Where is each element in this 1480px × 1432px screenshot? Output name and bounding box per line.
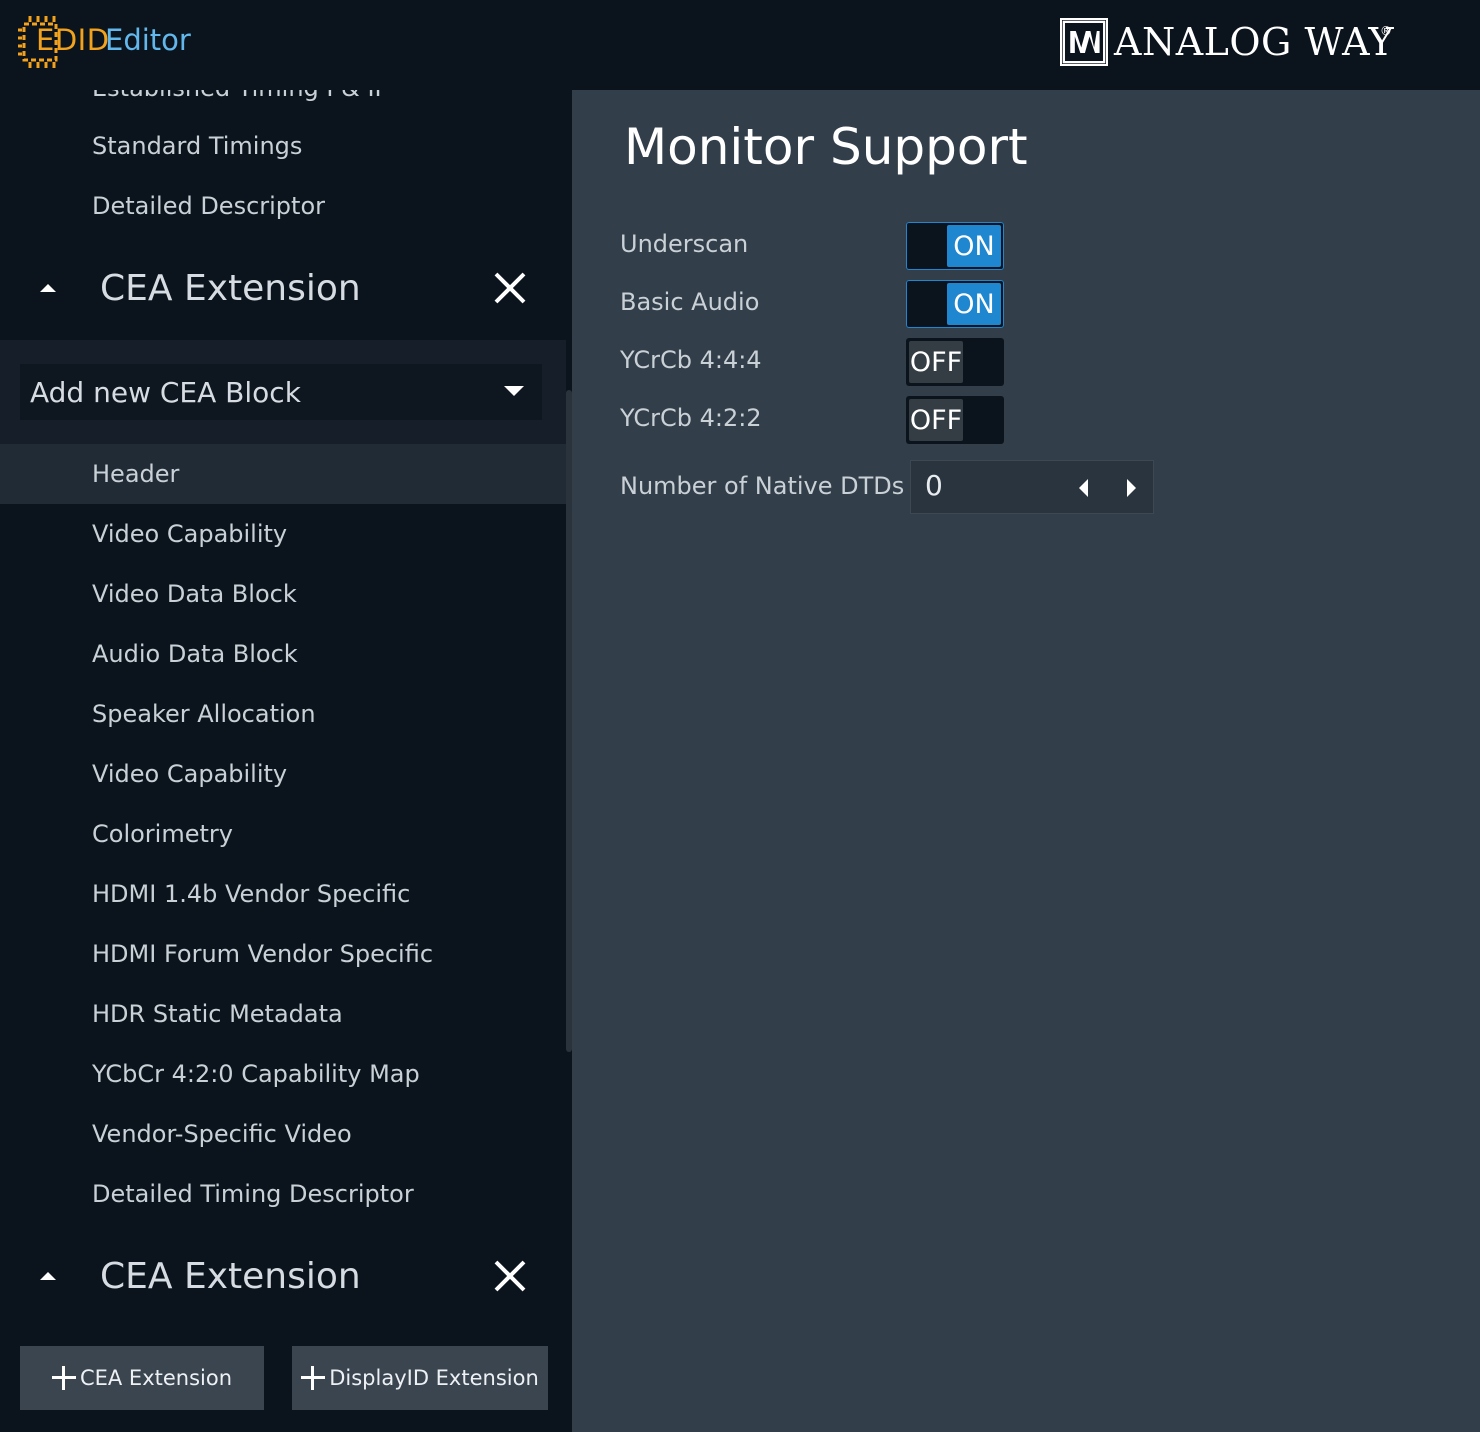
sidebar-item-video-capability-2[interactable]: Video Capability bbox=[0, 744, 566, 804]
sidebar-item-ycbcr-420-capability-map[interactable]: YCbCr 4:2:0 Capability Map bbox=[0, 1044, 566, 1104]
ycrcb-444-label: YCrCb 4:4:4 bbox=[620, 346, 762, 374]
sidebar-item-audio-data-block[interactable]: Audio Data Block bbox=[0, 624, 566, 684]
sidebar-item-video-data-block[interactable]: Video Data Block bbox=[0, 564, 566, 624]
main-panel: Monitor Support Underscan ON Basic Audio… bbox=[572, 90, 1480, 1432]
page-title: Monitor Support bbox=[624, 118, 1028, 176]
underscan-toggle[interactable]: ON bbox=[906, 222, 1004, 270]
close-icon[interactable] bbox=[490, 268, 530, 308]
basic-audio-label: Basic Audio bbox=[620, 288, 760, 316]
sidebar-item-speaker-allocation[interactable]: Speaker Allocation bbox=[0, 684, 566, 744]
sidebar-item-label: Video Data Block bbox=[92, 580, 297, 608]
sidebar-item-detailed-timing-descriptor[interactable]: Detailed Timing Descriptor bbox=[0, 1164, 566, 1224]
sidebar-item-vendor-specific-video[interactable]: Vendor-Specific Video bbox=[0, 1104, 566, 1164]
sidebar-item-label: Vendor-Specific Video bbox=[92, 1120, 352, 1148]
close-icon[interactable] bbox=[490, 1256, 530, 1296]
add-displayid-extension-button[interactable]: DisplayID Extension bbox=[292, 1346, 548, 1410]
toggle-state: OFF bbox=[909, 341, 963, 383]
collapse-caret-icon[interactable] bbox=[40, 1272, 56, 1280]
toggle-state: ON bbox=[947, 225, 1001, 267]
sidebar-item-label: Video Capability bbox=[92, 520, 288, 548]
sidebar-item-hdmi-forum-vendor-specific[interactable]: HDMI Forum Vendor Specific bbox=[0, 924, 566, 984]
analog-way-mark-icon bbox=[1060, 18, 1108, 66]
sidebar-item-header[interactable]: Header bbox=[0, 444, 566, 504]
sidebar-item-video-capability[interactable]: Video Capability bbox=[0, 504, 566, 564]
sidebar-item-label: Detailed Descriptor bbox=[92, 192, 326, 220]
section-title: CEA Extension bbox=[100, 1255, 361, 1297]
sidebar-item-standard-timings[interactable]: Standard Timings bbox=[0, 116, 566, 176]
plus-icon bbox=[51, 1366, 76, 1390]
button-label: CEA Extension bbox=[79, 1366, 233, 1390]
brand-registered-mark: ® bbox=[1380, 24, 1392, 38]
underscan-label: Underscan bbox=[620, 230, 749, 258]
ycrcb-422-toggle[interactable]: OFF bbox=[906, 396, 1004, 444]
app-title-editor: Editor bbox=[105, 23, 191, 57]
cea-extension-header-1[interactable]: CEA Extension bbox=[0, 238, 566, 338]
add-cea-block-dropdown[interactable]: Add new CEA Block bbox=[20, 364, 542, 420]
sidebar-item-label: Video Capability bbox=[92, 760, 288, 788]
sidebar-item-label: Established Timing I & II bbox=[92, 90, 382, 102]
ycrcb-422-label: YCrCb 4:2:2 bbox=[620, 404, 762, 432]
native-dtds-label: Number of Native DTDs bbox=[620, 472, 905, 500]
chevron-down-icon bbox=[504, 386, 524, 396]
sidebar-item-label: Standard Timings bbox=[92, 132, 303, 160]
top-bar: EDID Editor ANALOG WAY ® bbox=[0, 0, 1480, 90]
sidebar-item-label: Detailed Timing Descriptor bbox=[92, 1180, 414, 1208]
native-dtds-stepper[interactable]: 0 bbox=[910, 460, 1154, 514]
sidebar-item-colorimetry[interactable]: Colorimetry bbox=[0, 804, 566, 864]
increment-arrow-icon[interactable] bbox=[1127, 479, 1136, 497]
edid-editor-app: EDID Editor ANALOG WAY ® Established Tim… bbox=[0, 0, 1480, 1432]
button-label: DisplayID Extension bbox=[329, 1366, 539, 1390]
sidebar-item-hdmi-14b-vendor-specific[interactable]: HDMI 1.4b Vendor Specific bbox=[0, 864, 566, 924]
app-title-edid: EDID bbox=[36, 23, 110, 57]
sidebar-item-label: Header bbox=[92, 460, 180, 488]
add-cea-block-area: Add new CEA Block bbox=[0, 340, 566, 444]
sidebar-item-label: HDR Static Metadata bbox=[92, 1000, 343, 1028]
sidebar-item-label: HDMI 1.4b Vendor Specific bbox=[92, 880, 411, 908]
basic-audio-toggle[interactable]: ON bbox=[906, 280, 1004, 328]
sidebar-item-hdr-static-metadata[interactable]: HDR Static Metadata bbox=[0, 984, 566, 1044]
sidebar-item-label: HDMI Forum Vendor Specific bbox=[92, 940, 434, 968]
toggle-state: ON bbox=[947, 283, 1001, 325]
sidebar-item-detailed-descriptor[interactable]: Detailed Descriptor bbox=[0, 176, 566, 236]
sidebar-item-label: Speaker Allocation bbox=[92, 700, 316, 728]
add-cea-extension-button[interactable]: CEA Extension bbox=[20, 1346, 264, 1410]
sidebar-item-established-timing[interactable]: Established Timing I & II bbox=[0, 90, 566, 118]
brand-name: ANALOG WAY bbox=[1114, 20, 1395, 64]
sidebar: Established Timing I & II Standard Timin… bbox=[0, 90, 572, 1432]
toggle-state: OFF bbox=[909, 399, 963, 441]
plus-icon bbox=[301, 1366, 326, 1390]
decrement-arrow-icon[interactable] bbox=[1079, 479, 1088, 497]
sidebar-item-label: YCbCr 4:2:0 Capability Map bbox=[92, 1060, 420, 1088]
collapse-caret-icon[interactable] bbox=[40, 284, 56, 292]
add-extension-bar: CEA Extension DisplayID Extension bbox=[0, 1322, 572, 1432]
sidebar-item-label: Colorimetry bbox=[92, 820, 233, 848]
stepper-value[interactable]: 0 bbox=[925, 469, 943, 502]
ycrcb-444-toggle[interactable]: OFF bbox=[906, 338, 1004, 386]
cea-extension-header-2[interactable]: CEA Extension bbox=[0, 1226, 566, 1326]
section-title: CEA Extension bbox=[100, 267, 361, 309]
sidebar-item-label: Audio Data Block bbox=[92, 640, 298, 668]
dropdown-label: Add new CEA Block bbox=[30, 375, 301, 409]
